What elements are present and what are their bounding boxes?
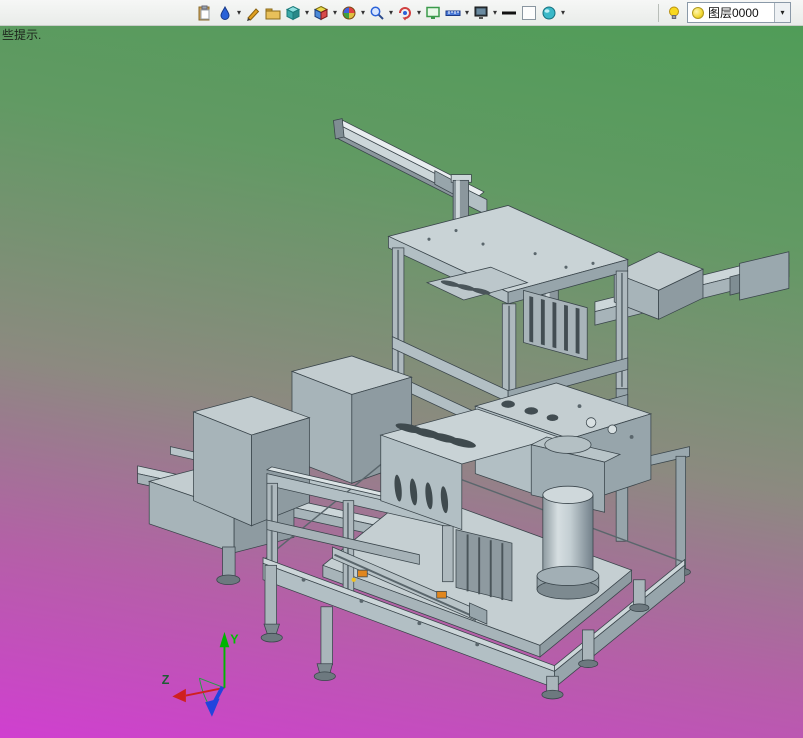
background-icon[interactable] — [520, 4, 538, 22]
viewport-3d[interactable]: 些提示. Y Z — [0, 26, 803, 738]
z-axis-label: Z — [162, 673, 170, 687]
x-axis-arrow — [172, 688, 186, 703]
dropdown-caret[interactable]: ▾ — [331, 4, 339, 22]
layer-controls: 图层0000 ▾ — [653, 2, 803, 23]
line-width-icon[interactable] — [500, 4, 518, 22]
toolbar-separator — [658, 3, 659, 22]
pencil-icon[interactable] — [244, 4, 262, 22]
layer-selector[interactable]: 图层0000 ▾ — [687, 2, 791, 23]
layer-dropdown-button[interactable]: ▾ — [774, 3, 790, 22]
layer-color-swatch — [692, 6, 704, 19]
hint-text: 些提示. — [2, 28, 42, 42]
cad-application-window: ▾ ▾ ▾ ▾ ▾ ▾ ▾ ▾ ▾ 图层0000 ▾ 些提示. Y Z — [0, 0, 803, 738]
conveyor-box-front — [192, 396, 311, 527]
y-axis-label: Y — [230, 632, 239, 646]
y-axis-arrow — [219, 631, 230, 648]
visibility-icon[interactable] — [540, 4, 558, 22]
dropdown-caret[interactable]: ▾ — [463, 4, 471, 22]
rotate-view-icon[interactable] — [396, 4, 414, 22]
dropdown-caret[interactable]: ▾ — [235, 4, 243, 22]
dropdown-caret[interactable]: ▾ — [387, 4, 395, 22]
zoom-icon[interactable] — [368, 4, 386, 22]
dropdown-caret[interactable]: ▾ — [359, 4, 367, 22]
color-dropper-icon[interactable] — [216, 4, 234, 22]
dropdown-caret[interactable]: ▾ — [559, 4, 567, 22]
dropdown-caret[interactable]: ▾ — [303, 4, 311, 22]
machine-model[interactable] — [137, 118, 790, 700]
dropdown-caret[interactable]: ▾ — [491, 4, 499, 22]
cube-icon[interactable] — [284, 4, 302, 22]
display-icon[interactable] — [424, 4, 442, 22]
coordinate-triad: Y Z — [162, 631, 239, 717]
layer-selector-value: 图层0000 — [708, 6, 759, 20]
palette-icon[interactable] — [340, 4, 358, 22]
main-toolbar: ▾ ▾ ▾ ▾ ▾ ▾ ▾ ▾ ▾ 图层0000 ▾ — [0, 0, 803, 26]
z-axis-arrow — [205, 698, 220, 717]
material-cube-icon[interactable] — [312, 4, 330, 22]
monitor-icon[interactable] — [472, 4, 490, 22]
paste-icon[interactable] — [196, 4, 214, 22]
dropdown-caret[interactable]: ▾ — [415, 4, 423, 22]
folder-icon[interactable] — [264, 4, 282, 22]
light-icon[interactable] — [665, 4, 683, 22]
model-canvas[interactable]: Y Z — [0, 26, 803, 738]
ruler-icon[interactable] — [444, 4, 462, 22]
